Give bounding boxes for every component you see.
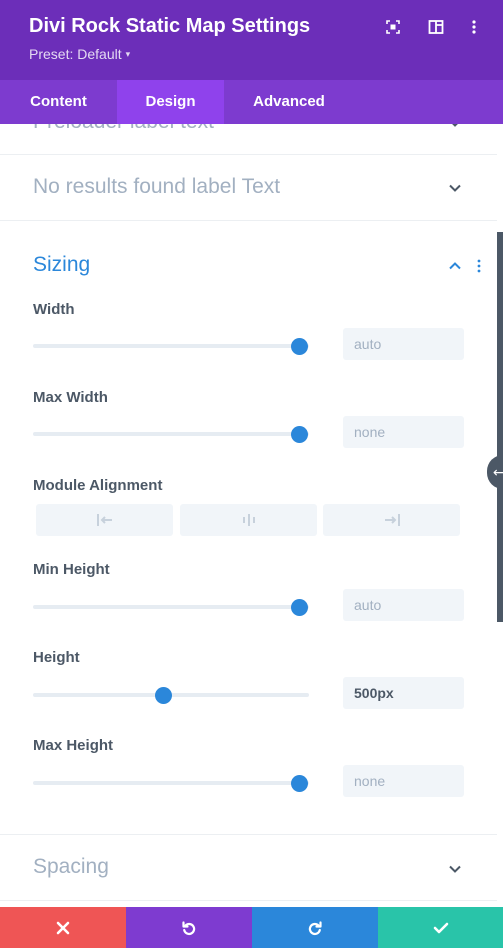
width-label: Width <box>33 301 75 318</box>
cancel-button[interactable] <box>0 907 126 948</box>
scrollbar[interactable] <box>497 232 503 622</box>
max-height-label: Max Height <box>33 737 114 754</box>
min-height-label: Min Height <box>33 561 110 578</box>
sidebar-layout-icon[interactable] <box>425 16 447 38</box>
chevron-down-icon[interactable] <box>448 124 462 130</box>
align-right-icon <box>384 514 400 526</box>
align-left-icon <box>96 514 112 526</box>
tab-bar: Content Design Advanced <box>0 80 503 124</box>
caret-down-icon: ▾ <box>125 49 131 59</box>
modal-title: Divi Rock Static Map Settings <box>29 15 311 37</box>
tab-advanced[interactable]: Advanced <box>224 80 354 124</box>
section-sizing-title[interactable]: Sizing <box>33 253 90 277</box>
align-center-button[interactable] <box>180 504 317 536</box>
arrows-icon: ⟵ <box>493 463 503 481</box>
max-height-slider-handle[interactable] <box>291 774 308 792</box>
divider <box>0 900 497 901</box>
section-no-results-title[interactable]: No results found label Text <box>33 175 280 199</box>
footer-action-bar <box>0 907 503 948</box>
divider <box>0 220 497 221</box>
max-width-label: Max Width <box>33 389 108 406</box>
more-vertical-icon[interactable] <box>463 16 485 38</box>
chevron-down-icon[interactable] <box>448 862 462 876</box>
settings-panel[interactable]: Preloader label text No results found la… <box>0 124 497 907</box>
modal-header: Divi Rock Static Map Settings Preset: De… <box>0 0 503 80</box>
min-height-input[interactable]: auto <box>343 589 464 621</box>
width-input[interactable]: auto <box>343 328 464 360</box>
align-center-icon <box>242 514 255 526</box>
align-left-button[interactable] <box>36 504 173 536</box>
max-width-slider-handle[interactable] <box>291 425 308 443</box>
undo-button[interactable] <box>126 907 252 948</box>
chevron-down-icon[interactable] <box>448 181 462 195</box>
tab-design[interactable]: Design <box>117 80 224 124</box>
divider <box>0 154 497 155</box>
width-slider-handle[interactable] <box>291 337 308 355</box>
width-slider[interactable] <box>33 337 309 355</box>
section-preloader-title[interactable]: Preloader label text <box>33 124 214 134</box>
align-right-button[interactable] <box>323 504 460 536</box>
redo-icon <box>308 920 322 935</box>
close-icon <box>56 921 70 934</box>
undo-icon <box>182 920 196 935</box>
height-slider[interactable] <box>33 686 309 704</box>
max-width-slider[interactable] <box>33 425 309 443</box>
divider <box>0 834 497 835</box>
save-button[interactable] <box>378 907 503 948</box>
module-alignment-label: Module Alignment <box>33 477 163 494</box>
max-height-slider[interactable] <box>33 774 309 792</box>
height-label: Height <box>33 649 80 666</box>
redo-button[interactable] <box>252 907 378 948</box>
preset-selector[interactable]: Preset: Default ▾ <box>29 46 130 62</box>
max-height-input[interactable]: none <box>343 765 464 797</box>
check-icon <box>433 922 448 933</box>
min-height-slider-handle[interactable] <box>291 598 308 616</box>
expand-icon[interactable] <box>382 16 404 38</box>
chevron-up-icon[interactable] <box>448 259 462 273</box>
min-height-slider[interactable] <box>33 598 309 616</box>
section-menu-icon[interactable] <box>476 259 482 273</box>
height-slider-handle[interactable] <box>155 686 172 704</box>
preset-label: Preset: Default <box>29 46 122 62</box>
tab-content[interactable]: Content <box>0 80 117 124</box>
height-input[interactable]: 500px <box>343 677 464 709</box>
section-spacing-title[interactable]: Spacing <box>33 855 109 879</box>
max-width-input[interactable]: none <box>343 416 464 448</box>
